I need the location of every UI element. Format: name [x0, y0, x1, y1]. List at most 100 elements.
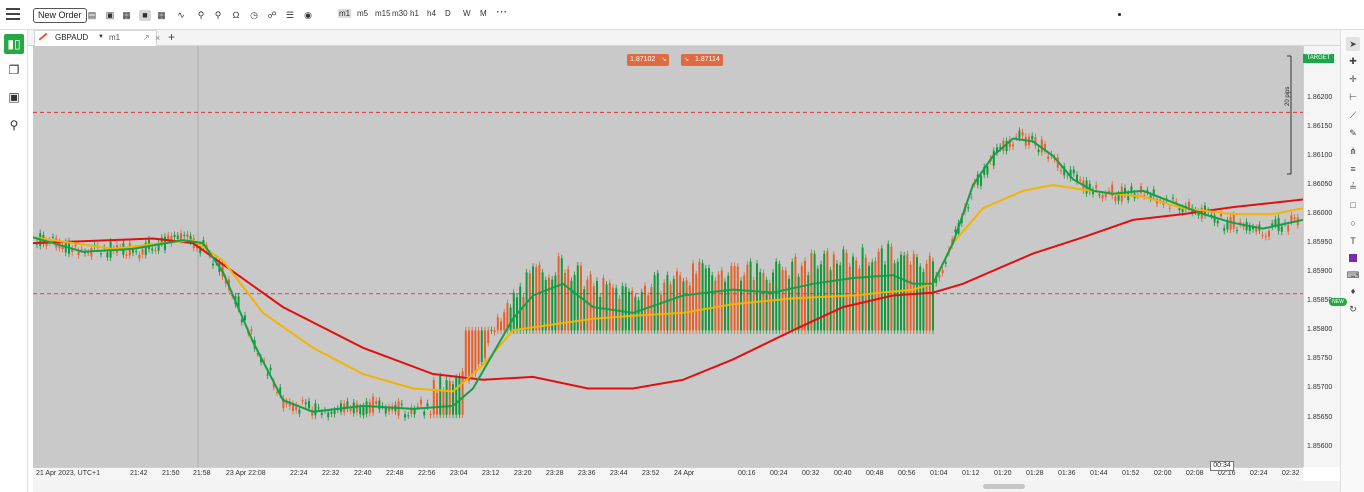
- price-chart[interactable]: [33, 46, 1303, 467]
- candle: [909, 264, 912, 331]
- channel-icon[interactable]: ✎: [1346, 126, 1360, 140]
- candle: [676, 271, 678, 331]
- timeframe-mn[interactable]: M: [480, 9, 487, 18]
- trend-line-icon[interactable]: ⟋: [1346, 108, 1360, 122]
- time-axis[interactable]: 21 Apr 2023, UTC+1 21:42 21:50 21:58 23 Apr …: [33, 467, 1303, 481]
- timeframe-d[interactable]: D: [445, 9, 451, 18]
- chart-settings-icon[interactable]: ▤: [86, 10, 98, 21]
- candle: [868, 265, 870, 331]
- time-tick-label: 02:00: [1154, 470, 1172, 477]
- timeframe-m1[interactable]: m1: [338, 9, 352, 18]
- candle: [429, 413, 432, 416]
- time-tick-label: 23:04: [450, 470, 468, 477]
- time-tick-label: 22:24: [290, 470, 308, 477]
- candle: [944, 262, 947, 264]
- layout-grid-icon[interactable]: ▦: [121, 10, 132, 21]
- price-tick-label: 1.86150: [1307, 122, 1333, 130]
- rectangle-icon[interactable]: □: [1346, 198, 1360, 212]
- candle: [621, 286, 624, 331]
- zoom-out-icon[interactable]: ⚲: [213, 10, 223, 21]
- cursor-icon[interactable]: ➤: [1346, 37, 1360, 51]
- candle: [784, 270, 787, 331]
- buy-price-button[interactable]: ↘ 1.87114: [681, 54, 723, 66]
- price-axis[interactable]: 1.86200 1.86150 1.86100 1.86050 1.86000 1.859…: [1303, 46, 1340, 467]
- sell-arrow-icon: ↘: [661, 57, 667, 63]
- candle: [308, 401, 310, 409]
- crosshair-icon[interactable]: ✚: [1346, 54, 1360, 68]
- screenshot-icon[interactable]: ▣: [104, 10, 116, 21]
- candle: [768, 283, 771, 331]
- pitchfork-icon[interactable]: ⋔: [1346, 144, 1360, 158]
- target-tag[interactable]: TARGET: [1303, 54, 1334, 63]
- chevron-down-icon[interactable]: ▼: [98, 34, 104, 40]
- candle: [1287, 225, 1290, 232]
- candle: [583, 289, 586, 331]
- close-icon[interactable]: ×: [155, 33, 160, 43]
- candle: [1229, 217, 1232, 230]
- candle: [938, 275, 941, 278]
- layers-icon[interactable]: ☰: [284, 10, 296, 21]
- candle: [845, 253, 848, 331]
- eraser-icon[interactable]: ⌨: [1346, 268, 1360, 282]
- candles-icon[interactable]: ▮▯: [4, 34, 24, 54]
- single-chart-icon[interactable]: ■: [139, 10, 151, 21]
- alert-bell-icon[interactable]: ♦: [1346, 284, 1360, 298]
- scroll-thumb[interactable]: [983, 484, 1025, 489]
- zoom-in-icon[interactable]: ⚲: [196, 10, 206, 21]
- candle: [560, 258, 563, 331]
- tab-gbpaud[interactable]: GBPAUD ▼ m1 ↗ ×: [34, 30, 160, 46]
- candle: [1216, 220, 1219, 224]
- multi-chart-icon[interactable]: ▦: [156, 10, 167, 21]
- briefcase-icon[interactable]: ▣: [4, 87, 24, 107]
- candle: [810, 252, 813, 331]
- candle: [176, 235, 179, 239]
- copy-icon[interactable]: ❐: [4, 60, 24, 80]
- candle: [804, 260, 806, 331]
- timeframe-m30[interactable]: m30: [392, 9, 408, 18]
- timeframe-h1[interactable]: h1: [410, 9, 419, 18]
- color-picker-icon[interactable]: [1346, 252, 1360, 266]
- more-options-icon[interactable]: ⋯: [496, 5, 507, 18]
- search-icon[interactable]: ⚲: [4, 115, 24, 135]
- new-order-button[interactable]: New Order: [33, 8, 87, 23]
- candle: [266, 374, 269, 376]
- candle: [634, 296, 637, 331]
- timeframe-w[interactable]: W: [463, 9, 471, 18]
- fib-fan-icon[interactable]: ≟: [1346, 180, 1360, 194]
- detach-icon[interactable]: ↗: [143, 33, 150, 42]
- time-tick-label: 23:36: [578, 470, 596, 477]
- candle: [1037, 149, 1040, 153]
- timeframe-m5[interactable]: m5: [357, 9, 368, 18]
- alarm-icon[interactable]: ◷: [248, 10, 260, 21]
- candle: [919, 266, 922, 331]
- candle: [890, 246, 893, 331]
- candle: [439, 376, 442, 415]
- sell-price-button[interactable]: 1.87102 ↘: [627, 54, 670, 66]
- indicators-icon[interactable]: Ω: [230, 10, 242, 21]
- candle: [1021, 132, 1024, 136]
- symbol-flag-icon: [38, 32, 52, 46]
- trade-icon[interactable]: ☍: [266, 10, 278, 21]
- ellipse-icon[interactable]: ○: [1346, 216, 1360, 230]
- visibility-icon[interactable]: ◉: [302, 10, 314, 21]
- chart-canvas[interactable]: [33, 46, 1303, 467]
- replay-icon[interactable]: ↻: [1346, 302, 1360, 316]
- time-tick-label: 22:32: [322, 470, 340, 477]
- chart-type-icon[interactable]: ∿: [174, 10, 188, 21]
- text-icon[interactable]: T: [1346, 234, 1360, 248]
- chart-tab-bar: GBPAUD ▼ m1 ↗ × +: [28, 30, 1340, 46]
- horizontal-scrollbar[interactable]: [33, 481, 1340, 492]
- time-tick-label: 24 Apr: [674, 470, 695, 477]
- timeframe-m15[interactable]: m15: [375, 9, 391, 18]
- hamburger-menu-icon[interactable]: [6, 8, 20, 22]
- candle: [714, 280, 717, 331]
- tab-timeframe[interactable]: m1: [109, 33, 120, 42]
- candle: [922, 271, 925, 331]
- add-tab-button[interactable]: +: [168, 30, 175, 44]
- cross-line-icon[interactable]: ✛: [1346, 72, 1360, 86]
- candle: [400, 403, 403, 406]
- timeframe-h4[interactable]: h4: [427, 9, 436, 18]
- price-tick-label: 1.86100: [1307, 151, 1333, 159]
- horizontal-line-icon[interactable]: ⊢: [1346, 90, 1360, 104]
- fibonacci-icon[interactable]: ≡: [1346, 162, 1360, 176]
